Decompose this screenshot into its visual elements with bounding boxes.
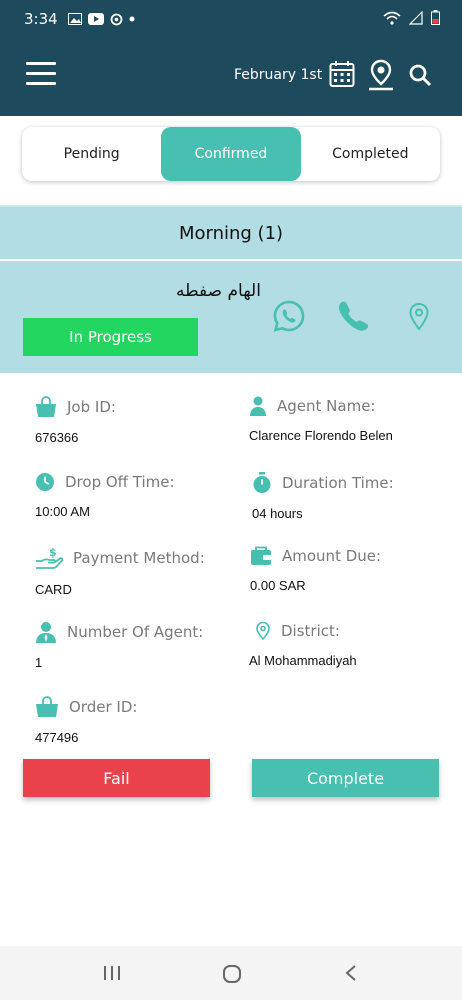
customer-name: الهام صفطه: [176, 281, 261, 301]
drop-off-time-field: Drop Off Time: 10:00 AM: [35, 472, 175, 519]
calendar-icon[interactable]: [329, 60, 355, 88]
duration-time-label: Duration Time:: [282, 474, 394, 492]
location-pin-icon: [256, 621, 270, 641]
tab-completed[interactable]: Completed: [301, 127, 440, 181]
location-icon[interactable]: [408, 302, 430, 332]
search-icon[interactable]: [408, 63, 432, 87]
payment-method-label: Payment Method:: [73, 549, 205, 567]
district-field: District: Al Mohammadiyah: [249, 621, 357, 668]
district-label: District:: [281, 622, 340, 640]
number-of-agent-value: 1: [35, 655, 43, 670]
tab-confirmed[interactable]: Confirmed: [161, 127, 301, 181]
recent-apps-icon[interactable]: [103, 964, 121, 982]
back-icon[interactable]: [344, 964, 358, 982]
complete-button[interactable]: Complete: [252, 759, 439, 797]
app-bar: February 1st: [0, 38, 462, 116]
duration-time-value: 04 hours: [252, 506, 303, 521]
sync-icon: [110, 13, 123, 25]
shopping-bag-icon: [36, 696, 58, 717]
stopwatch-icon: [253, 472, 271, 493]
job-id-value: 676366: [35, 430, 79, 445]
youtube-icon: [87, 13, 104, 25]
payment-hand-icon: $: [36, 546, 63, 569]
amount-due-field: Amount Due: 0.00 SAR: [250, 546, 381, 593]
status-bar: 3:34: [0, 0, 462, 38]
number-of-agent-field: Number Of Agent: 1: [35, 621, 203, 670]
shopping-bag-icon: [36, 396, 56, 417]
menu-icon[interactable]: [26, 62, 56, 88]
tab-pending[interactable]: Pending: [22, 127, 161, 181]
wifi-icon: [383, 11, 401, 25]
section-header: Morning (1): [0, 205, 462, 259]
payment-method-value: CARD: [35, 582, 72, 597]
svg-text:$: $: [49, 546, 57, 559]
whatsapp-icon[interactable]: [272, 299, 306, 333]
number-of-agent-label: Number Of Agent:: [67, 623, 204, 641]
image-icon: [67, 13, 82, 25]
status-tabs: Pending Confirmed Completed: [22, 127, 440, 181]
signal-icon: [409, 10, 423, 25]
order-id-value: 477496: [35, 730, 79, 745]
home-icon[interactable]: [222, 964, 242, 984]
phone-icon[interactable]: [336, 300, 370, 332]
fail-button[interactable]: Fail: [23, 759, 210, 797]
job-id-field: Job ID: 676366: [35, 396, 116, 445]
selected-date[interactable]: February 1st: [234, 67, 322, 83]
status-time: 3:34: [24, 10, 58, 28]
status-badge: In Progress: [23, 318, 198, 356]
agent-name-field: Agent Name: Clarence Florendo Belen: [249, 396, 393, 443]
drop-off-time-value: 10:00 AM: [35, 504, 90, 519]
order-id-field: Order ID: 477496: [35, 696, 137, 745]
map-pin-icon[interactable]: [367, 59, 395, 91]
battery-icon: [431, 10, 440, 25]
district-value: Al Mohammadiyah: [249, 653, 357, 668]
dot-icon: [129, 16, 135, 22]
clock-icon: [36, 473, 54, 491]
drop-off-time-label: Drop Off Time:: [65, 473, 175, 491]
duration-time-field: Duration Time: 04 hours: [252, 472, 394, 521]
wallet-icon: [251, 546, 271, 565]
amount-due-value: 0.00 SAR: [250, 578, 306, 593]
job-card-header: الهام صفطه In Progress: [0, 261, 462, 373]
agent-name-value: Clarence Florendo Belen: [249, 428, 393, 443]
payment-method-field: $ Payment Method: CARD: [35, 546, 205, 597]
system-nav-bar: [0, 946, 462, 1000]
agent-name-label: Agent Name:: [277, 397, 376, 415]
job-id-label: Job ID:: [67, 398, 116, 416]
person-icon: [250, 396, 266, 416]
order-id-label: Order ID:: [69, 698, 138, 716]
agent-icon: [36, 622, 56, 643]
amount-due-label: Amount Due:: [282, 547, 382, 565]
